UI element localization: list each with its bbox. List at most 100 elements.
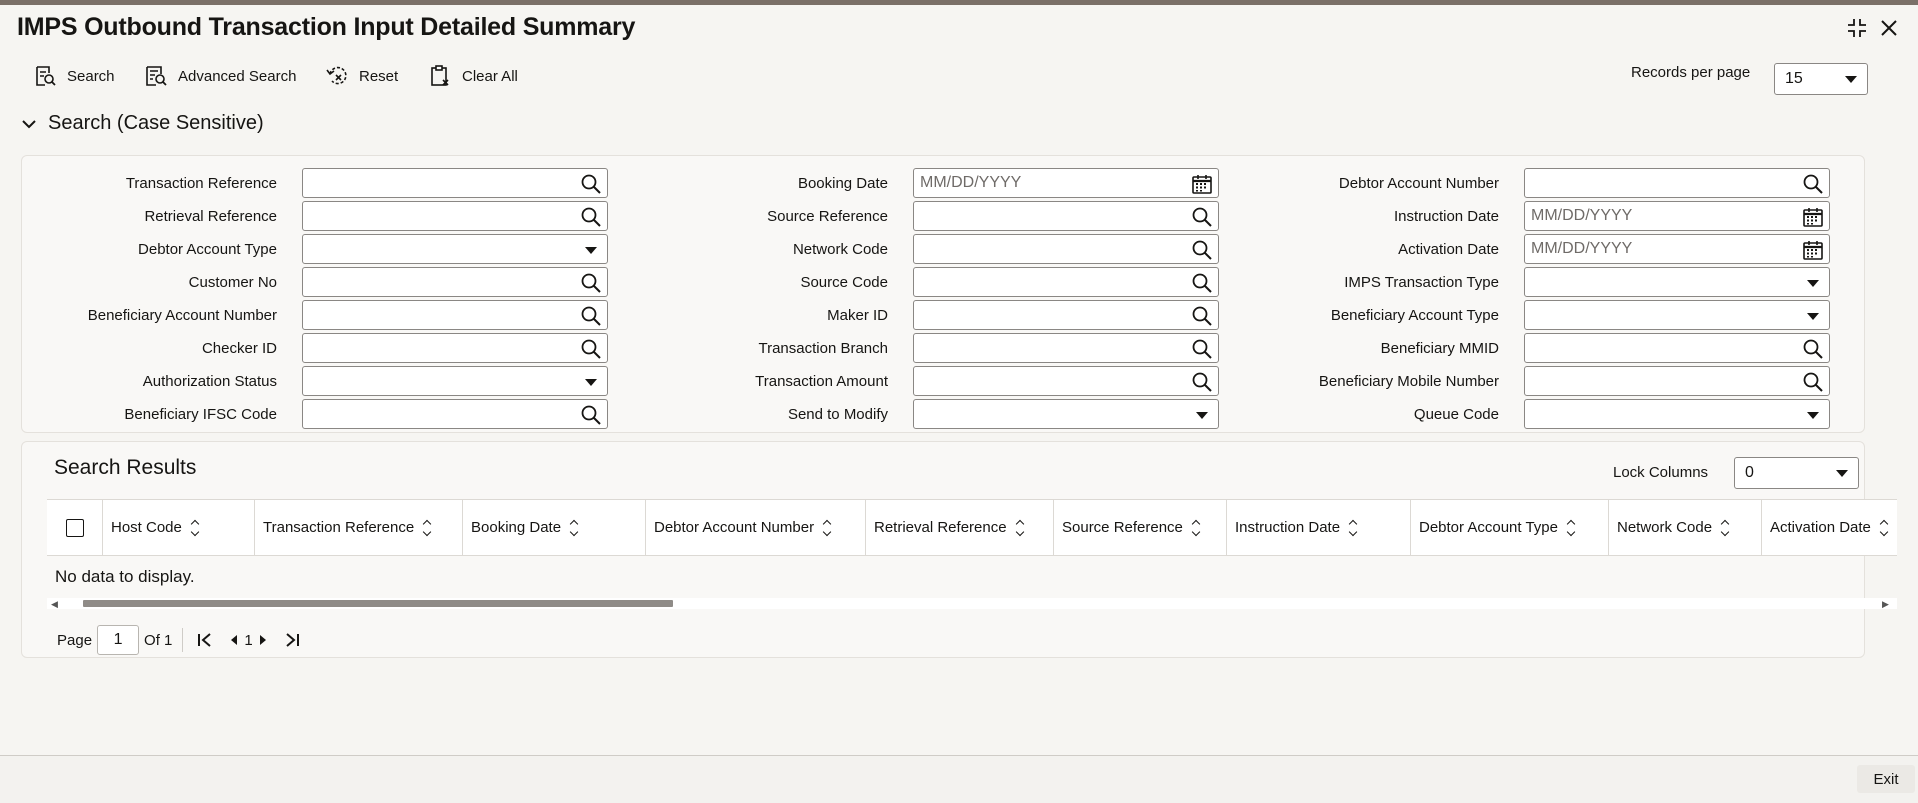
search-button[interactable]: Search bbox=[33, 62, 115, 90]
calendar-icon[interactable] bbox=[1190, 172, 1214, 196]
chevron-down-icon bbox=[22, 119, 36, 128]
queue-code-select[interactable] bbox=[1524, 399, 1830, 429]
chevron-down-icon bbox=[585, 247, 597, 254]
scroll-right-icon[interactable]: ▶ bbox=[1882, 599, 1889, 609]
reset-icon bbox=[326, 66, 347, 85]
debtor-account-type-select[interactable] bbox=[302, 234, 608, 264]
maker-id-input[interactable] bbox=[913, 300, 1219, 330]
column-header-label: Debtor Account Number bbox=[654, 519, 815, 536]
title-bar: IMPS Outbound Transaction Input Detailed… bbox=[0, 5, 1918, 52]
calendar-icon[interactable] bbox=[1801, 205, 1825, 229]
beneficiary-account-number-input[interactable] bbox=[302, 300, 608, 330]
beneficiary-mmid-input[interactable] bbox=[1524, 333, 1830, 363]
column-header-retrieval-reference[interactable]: Retrieval Reference bbox=[866, 500, 1054, 555]
search-icon[interactable] bbox=[1801, 370, 1825, 394]
activation-date-input[interactable]: MM/DD/YYYY bbox=[1524, 234, 1830, 264]
sort-icon[interactable] bbox=[1348, 519, 1358, 536]
sort-icon[interactable] bbox=[1720, 519, 1730, 536]
authorization-status-select[interactable] bbox=[302, 366, 608, 396]
transaction-branch-input[interactable] bbox=[913, 333, 1219, 363]
instruction-date-input[interactable]: MM/DD/YYYY bbox=[1524, 201, 1830, 231]
page-number-input[interactable]: 1 bbox=[97, 625, 140, 655]
transaction-amount-label: Transaction Amount bbox=[755, 373, 888, 390]
network-code-input[interactable] bbox=[913, 234, 1219, 264]
search-icon[interactable] bbox=[1190, 205, 1214, 229]
close-icon[interactable] bbox=[1876, 15, 1902, 41]
advanced-search-button[interactable]: Advanced Search bbox=[144, 62, 296, 90]
sort-icon[interactable] bbox=[190, 519, 200, 536]
sort-icon[interactable] bbox=[1015, 519, 1024, 536]
calendar-icon[interactable] bbox=[1801, 238, 1825, 262]
horizontal-scrollbar[interactable]: ◀ ▶ bbox=[47, 598, 1897, 609]
sort-icon[interactable] bbox=[822, 519, 832, 536]
booking-date-input[interactable]: MM/DD/YYYY bbox=[913, 168, 1219, 198]
select-all-checkbox[interactable] bbox=[65, 518, 84, 537]
exit-button[interactable]: Exit bbox=[1857, 765, 1915, 793]
records-per-page-select[interactable]: 15 bbox=[1774, 63, 1868, 95]
search-icon[interactable] bbox=[1801, 172, 1825, 196]
reset-button[interactable]: Reset bbox=[325, 62, 398, 90]
column-header-debtor-account-number[interactable]: Debtor Account Number bbox=[646, 500, 866, 555]
previous-page-icon[interactable] bbox=[228, 633, 240, 647]
lock-columns-select[interactable]: 0 bbox=[1734, 457, 1859, 489]
collapse-icon[interactable] bbox=[1844, 15, 1870, 41]
column-header-source-reference[interactable]: Source Reference bbox=[1054, 500, 1227, 555]
checker-id-input[interactable] bbox=[302, 333, 608, 363]
column-header-network-code[interactable]: Network Code bbox=[1609, 500, 1762, 555]
column-header-transaction-reference[interactable]: Transaction Reference bbox=[255, 500, 463, 555]
chevron-down-icon bbox=[1196, 412, 1208, 419]
current-page-number[interactable]: 1 bbox=[244, 632, 252, 649]
search-icon[interactable] bbox=[579, 403, 603, 427]
search-icon[interactable] bbox=[579, 304, 603, 328]
retrieval-reference-input[interactable] bbox=[302, 201, 608, 231]
search-icon[interactable] bbox=[1190, 238, 1214, 262]
clear-all-button[interactable]: Clear All bbox=[428, 62, 518, 90]
column-header-instruction-date[interactable]: Instruction Date bbox=[1227, 500, 1411, 555]
column-header-booking-date[interactable]: Booking Date bbox=[463, 500, 646, 555]
search-icon[interactable] bbox=[579, 337, 603, 361]
booking-date-label: Booking Date bbox=[797, 175, 888, 192]
search-icon[interactable] bbox=[579, 172, 603, 196]
search-icon[interactable] bbox=[579, 271, 603, 295]
sort-icon[interactable] bbox=[569, 519, 579, 536]
page-label: Page bbox=[57, 631, 93, 649]
source-code-input[interactable] bbox=[913, 267, 1219, 297]
column-header-label: Network Code bbox=[1617, 519, 1713, 536]
column-header-label: Source Reference bbox=[1062, 519, 1183, 536]
search-icon[interactable] bbox=[1190, 304, 1214, 328]
beneficiary-ifsc-code-input[interactable] bbox=[302, 399, 608, 429]
scrollbar-thumb[interactable] bbox=[83, 600, 673, 607]
column-header-activation-date[interactable]: Activation Date bbox=[1762, 500, 1897, 555]
search-icon[interactable] bbox=[579, 205, 603, 229]
search-icon[interactable] bbox=[1801, 337, 1825, 361]
transaction-amount-input[interactable] bbox=[913, 366, 1219, 396]
beneficiary-account-type-select[interactable] bbox=[1524, 300, 1830, 330]
clear-all-button-label: Clear All bbox=[462, 67, 518, 85]
beneficiary-mobile-number-input[interactable] bbox=[1524, 366, 1830, 396]
beneficiary-account-type-label: Beneficiary Account Type bbox=[1330, 307, 1499, 324]
next-page-icon[interactable] bbox=[257, 633, 269, 647]
sort-icon[interactable] bbox=[1566, 519, 1576, 536]
source-reference-input[interactable] bbox=[913, 201, 1219, 231]
sort-icon[interactable] bbox=[422, 519, 432, 536]
first-page-icon[interactable] bbox=[196, 631, 214, 649]
search-icon[interactable] bbox=[1190, 271, 1214, 295]
transaction-reference-input[interactable] bbox=[302, 168, 608, 198]
search-icon[interactable] bbox=[1190, 370, 1214, 394]
sort-icon[interactable] bbox=[1191, 519, 1201, 536]
column-header-debtor-account-type[interactable]: Debtor Account Type bbox=[1411, 500, 1609, 555]
send-to-modify-select[interactable] bbox=[913, 399, 1219, 429]
scroll-left-icon[interactable]: ◀ bbox=[51, 599, 58, 609]
column-header-host-code[interactable]: Host Code bbox=[103, 500, 255, 555]
column-header-label: Booking Date bbox=[471, 519, 562, 536]
date-placeholder: MM/DD/YYYY bbox=[1531, 240, 1633, 257]
chevron-down-icon bbox=[1807, 280, 1819, 287]
search-icon[interactable] bbox=[1190, 337, 1214, 361]
last-page-icon[interactable] bbox=[283, 631, 301, 649]
customer-no-input[interactable] bbox=[302, 267, 608, 297]
imps-transaction-type-select[interactable] bbox=[1524, 267, 1830, 297]
search-section-toggle[interactable]: Search (Case Sensitive) bbox=[22, 112, 264, 135]
date-placeholder: MM/DD/YYYY bbox=[1531, 207, 1633, 224]
debtor-account-number-input[interactable] bbox=[1524, 168, 1830, 198]
sort-icon[interactable] bbox=[1879, 519, 1889, 536]
